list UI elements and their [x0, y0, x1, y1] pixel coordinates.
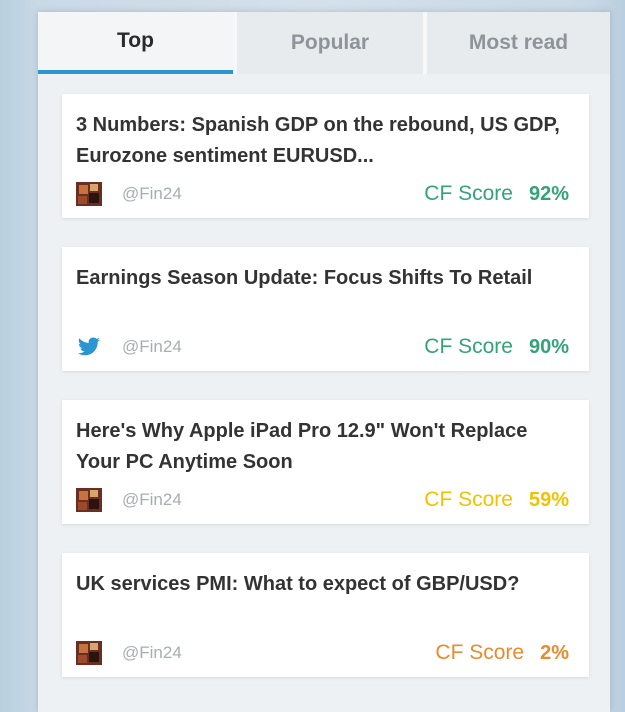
source-handle[interactable]: @Fin24	[122, 337, 182, 357]
article-meta: @Fin24 CF Score 59%	[76, 486, 569, 514]
twitter-bird-icon	[76, 335, 102, 359]
article-meta: @Fin24 CF Score 2%	[76, 639, 569, 667]
source-handle[interactable]: @Fin24	[122, 184, 182, 204]
tab-top[interactable]: Top	[38, 12, 233, 74]
article-card[interactable]: Here's Why Apple iPad Pro 12.9" Won't Re…	[62, 400, 589, 524]
cf-score-value: 2%	[540, 641, 569, 664]
article-meta: @Fin24 CF Score 92%	[76, 180, 569, 208]
source-handle[interactable]: @Fin24	[122, 643, 182, 663]
fin24-logo-icon	[76, 641, 102, 665]
tab-most-read[interactable]: Most read	[423, 12, 610, 74]
cf-score-value: 90%	[528, 335, 569, 358]
article-title[interactable]: UK services PMI: What to expect of GBP/U…	[76, 569, 576, 631]
source-handle[interactable]: @Fin24	[122, 490, 182, 510]
article-title[interactable]: Here's Why Apple iPad Pro 12.9" Won't Re…	[76, 416, 576, 478]
cf-score-label: CF Score	[424, 335, 513, 358]
fin24-logo-icon	[76, 182, 102, 206]
tab-popular[interactable]: Popular	[233, 12, 423, 74]
cf-score-value: 59%	[528, 488, 569, 511]
article-card[interactable]: 3 Numbers: Spanish GDP on the rebound, U…	[62, 94, 589, 218]
article-card[interactable]: UK services PMI: What to expect of GBP/U…	[62, 553, 589, 677]
fin24-logo-icon	[76, 488, 102, 512]
news-widget: Top Popular Most read 3 Numbers: Spanish…	[38, 12, 610, 712]
cf-score-label: CF Score	[424, 488, 513, 511]
tab-bar: Top Popular Most read	[38, 12, 610, 74]
cf-score-label: CF Score	[435, 641, 525, 664]
article-title[interactable]: 3 Numbers: Spanish GDP on the rebound, U…	[76, 110, 576, 172]
article-meta: @Fin24 CF Score 90%	[76, 333, 569, 361]
cf-score-label: CF Score	[424, 182, 513, 205]
cf-score-value: 92%	[528, 182, 569, 205]
article-card[interactable]: Earnings Season Update: Focus Shifts To …	[62, 247, 589, 371]
article-title[interactable]: Earnings Season Update: Focus Shifts To …	[76, 263, 576, 325]
